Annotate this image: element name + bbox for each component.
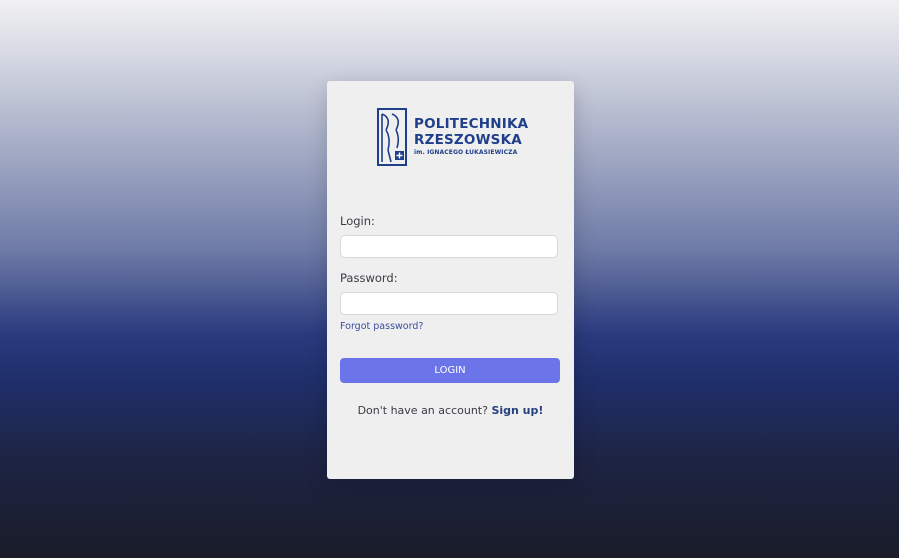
login-label: Login: xyxy=(340,214,375,228)
signup-prompt: Don't have an account? Sign up! xyxy=(327,404,574,417)
signup-prompt-text: Don't have an account? xyxy=(357,404,488,417)
logo-line-2: RZESZOWSKA xyxy=(414,131,522,148)
logo-line-1: POLITECHNIKA xyxy=(414,116,529,132)
forgot-password-link[interactable]: Forgot password? xyxy=(340,321,423,332)
signup-link[interactable]: Sign up! xyxy=(491,404,543,417)
password-input[interactable] xyxy=(340,292,558,315)
logo-line-3: im. IGNACEGO ŁUKASIEWICZA xyxy=(414,149,518,156)
login-button[interactable]: LOGIN xyxy=(340,358,560,383)
password-label: Password: xyxy=(340,271,398,285)
university-logo: POLITECHNIKA RZESZOWSKA im. IGNACEGO ŁUK… xyxy=(377,108,528,166)
university-emblem-icon xyxy=(377,108,407,166)
login-input[interactable] xyxy=(340,235,558,258)
login-card: POLITECHNIKA RZESZOWSKA im. IGNACEGO ŁUK… xyxy=(327,81,574,479)
university-name: POLITECHNIKA RZESZOWSKA im. IGNACEGO ŁUK… xyxy=(414,116,529,156)
